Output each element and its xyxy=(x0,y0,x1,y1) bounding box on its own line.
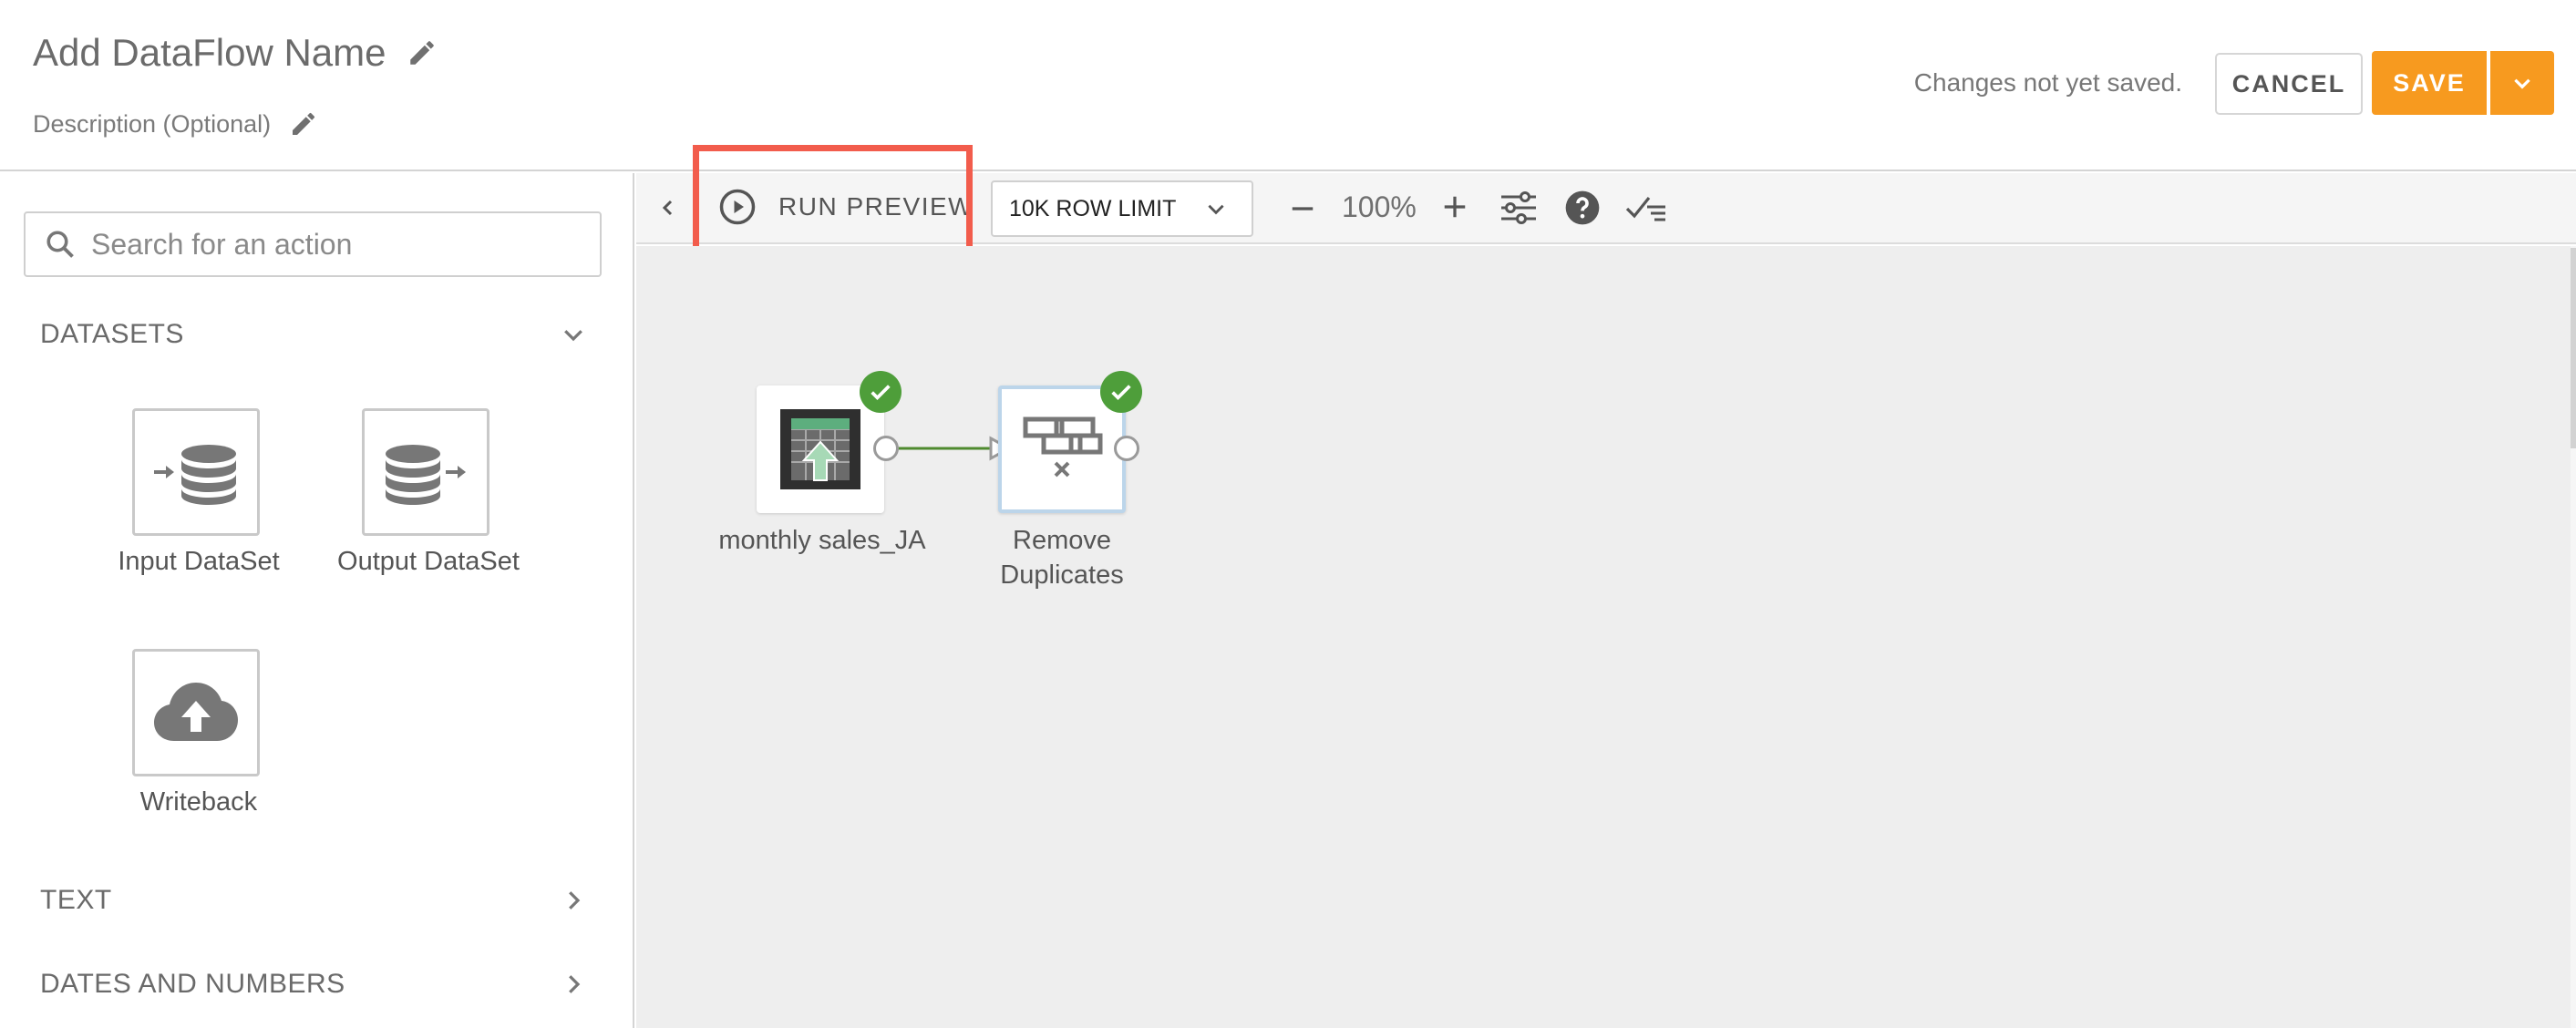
section-label: DATASETS xyxy=(40,319,184,349)
input-dataset-label: Input DataSet xyxy=(118,547,280,576)
node-label-line: Remove xyxy=(1013,526,1111,555)
output-port[interactable] xyxy=(1114,436,1139,461)
chevron-left-icon xyxy=(662,200,673,216)
output-port[interactable] xyxy=(873,436,899,461)
checklist-icon xyxy=(1625,197,1665,221)
input-dataset-tile[interactable] xyxy=(132,408,260,536)
minus-icon xyxy=(1292,207,1314,211)
dataflow-title[interactable]: Add DataFlow Name xyxy=(33,31,438,75)
plus-icon xyxy=(1444,196,1466,218)
zoom-level: 100% xyxy=(1342,190,1417,223)
dataflow-description[interactable]: Description (Optional) xyxy=(33,109,318,139)
row-limit-value: 10K ROW LIMIT xyxy=(1009,195,1177,221)
chevron-right-icon xyxy=(569,975,581,993)
output-dataset-label: Output DataSet xyxy=(337,547,520,576)
input-dataset-icon xyxy=(154,445,236,505)
remove-duplicates-icon xyxy=(1023,416,1103,478)
validate-button[interactable] xyxy=(1624,190,1668,226)
section-text[interactable]: TEXT xyxy=(40,885,587,916)
node-label: Remove Duplicates xyxy=(966,523,1158,592)
edit-title-pencil-icon[interactable] xyxy=(407,37,438,68)
chevron-down-icon xyxy=(2514,78,2530,89)
output-dataset-tile[interactable] xyxy=(362,408,489,536)
settings-sliders-button[interactable] xyxy=(1499,188,1539,228)
output-dataset-icon xyxy=(386,445,466,505)
canvas-scrollbar-thumb[interactable] xyxy=(2571,248,2576,448)
cancel-button[interactable]: CANCEL xyxy=(2215,53,2363,115)
dataflow-name[interactable]: Add DataFlow Name xyxy=(33,31,386,75)
search-icon xyxy=(46,231,74,258)
sliders-icon xyxy=(1501,191,1536,224)
writeback-label: Writeback xyxy=(139,787,258,817)
chevron-down-icon xyxy=(1208,204,1224,215)
help-icon xyxy=(1565,190,1600,225)
status-valid-check-icon xyxy=(1100,371,1142,413)
save-button[interactable]: SAVE xyxy=(2372,51,2487,115)
section-label: DATES AND NUMBERS xyxy=(40,969,345,999)
search-box[interactable] xyxy=(24,211,602,277)
chevron-down-icon xyxy=(564,330,582,342)
search-input[interactable] xyxy=(91,227,583,262)
node-label: monthly sales_JA xyxy=(718,526,926,555)
row-limit-select[interactable]: 10K ROW LIMIT xyxy=(991,180,1253,237)
zoom-out-button[interactable] xyxy=(1285,191,1320,226)
section-dates-and-numbers[interactable]: DATES AND NUMBERS xyxy=(40,969,587,1000)
actions-panel: DATASETS Input DataSet Output DataSet Wr… xyxy=(0,173,634,1028)
section-label: TEXT xyxy=(40,885,112,915)
save-options-button[interactable] xyxy=(2490,51,2554,115)
node-label-line: Duplicates xyxy=(1000,560,1124,590)
section-datasets[interactable]: DATASETS xyxy=(40,319,587,350)
cloud-upload-icon xyxy=(154,683,238,741)
connector-line xyxy=(898,436,1007,461)
chevron-right-icon xyxy=(569,891,581,910)
description-text[interactable]: Description (Optional) xyxy=(33,110,271,139)
dataflow-canvas[interactable] xyxy=(636,246,2576,1028)
collapse-panel-button[interactable] xyxy=(654,191,682,224)
save-status: Changes not yet saved. xyxy=(1913,68,2182,97)
spreadsheet-upload-icon xyxy=(780,409,860,489)
zoom-in-button[interactable] xyxy=(1437,190,1472,224)
writeback-tile[interactable] xyxy=(132,649,260,776)
status-valid-check-icon xyxy=(860,371,902,413)
help-button[interactable] xyxy=(1562,188,1602,228)
header: Add DataFlow Name Description (Optional)… xyxy=(0,0,2576,171)
edit-description-pencil-icon[interactable] xyxy=(289,109,318,139)
